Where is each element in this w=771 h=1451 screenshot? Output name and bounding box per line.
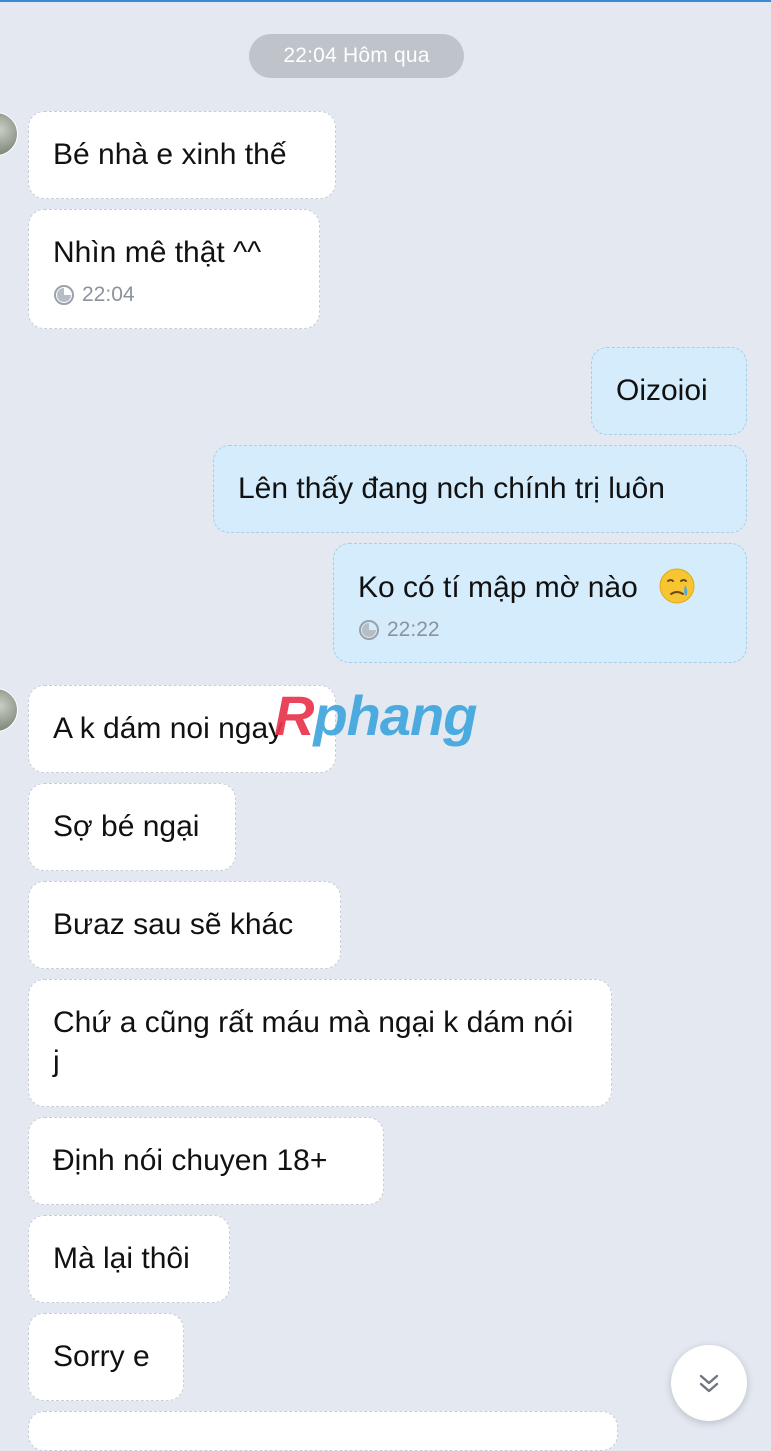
message-bubble-incoming[interactable]: Sorry e (28, 1313, 184, 1401)
message-bubble-incoming[interactable] (28, 1411, 618, 1451)
top-divider (0, 0, 771, 2)
message-text: A k dám noi ngay (53, 712, 284, 745)
message-bubble-incoming[interactable]: Bé nhà e xinh thế (28, 111, 336, 199)
message-text: Bưaz sau sẽ khác (53, 908, 294, 941)
message-bubble-incoming[interactable]: A k dám noi ngay (28, 685, 336, 773)
message-bubble-incoming[interactable]: Bưaz sau sẽ khác (28, 881, 341, 969)
message-bubble-incoming[interactable]: Mà lại thôi (28, 1215, 230, 1303)
clock-icon (54, 285, 74, 305)
clock-icon (359, 620, 379, 640)
date-separator: 22:04 Hôm qua (249, 34, 464, 78)
message-timestamp: 22:04 (53, 283, 295, 307)
message-timestamp: 22:22 (358, 618, 722, 642)
message-bubble-incoming[interactable]: Sợ bé ngại (28, 783, 236, 871)
message-text: Sorry e (53, 1340, 150, 1373)
message-text: Oizoioi (616, 374, 708, 407)
chevron-double-down-icon (699, 1374, 719, 1393)
message-text: Bé nhà e xinh thế (53, 138, 287, 171)
watermark-rest: phang (313, 684, 477, 747)
contact-avatar[interactable] (0, 112, 18, 156)
message-bubble-incoming[interactable]: Chứ a cũng rất máu mà ngại k dám nói j (28, 979, 612, 1107)
timestamp-text: 22:22 (387, 618, 440, 641)
crying-face-icon (659, 568, 695, 604)
scroll-to-bottom-button[interactable] (671, 1345, 747, 1421)
message-text: Lên thấy đang nch chính trị luôn (238, 472, 665, 505)
timestamp-text: 22:04 (82, 283, 135, 306)
message-bubble-outgoing[interactable]: Ko có tí mập mờ nào 22:22 (333, 543, 747, 663)
message-text: Chứ a cũng rất máu mà ngại k dám nói j (53, 1006, 574, 1078)
message-text: Định nói chuyen 18+ (53, 1144, 328, 1177)
contact-avatar[interactable] (0, 688, 18, 732)
message-text: Nhìn mê thật ^^ (53, 236, 262, 269)
message-bubble-incoming[interactable]: Định nói chuyen 18+ (28, 1117, 384, 1205)
message-text: Ko có tí mập mờ nào (358, 571, 638, 604)
message-bubble-outgoing[interactable]: Lên thấy đang nch chính trị luôn (213, 445, 747, 533)
message-text: Sợ bé ngại (53, 810, 200, 843)
message-bubble-incoming[interactable]: Nhìn mê thật ^^ 22:04 (28, 209, 320, 329)
message-bubble-outgoing[interactable]: Oizoioi (591, 347, 747, 435)
message-text: Mà lại thôi (53, 1242, 190, 1275)
